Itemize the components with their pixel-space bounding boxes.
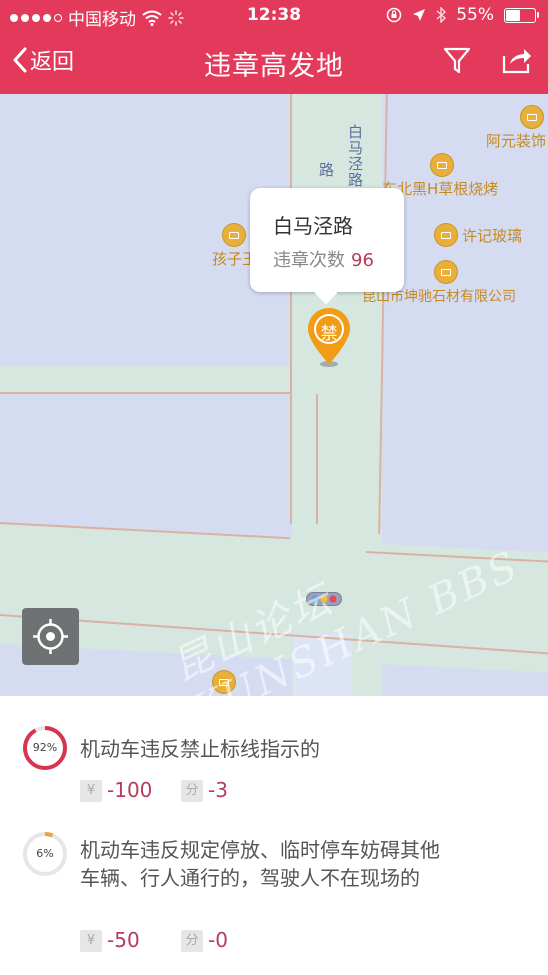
violation-description: 机动车违反禁止标线指示的 — [80, 737, 320, 761]
callout-count-label: 违章次数 — [273, 250, 345, 271]
fine-icon: ¥ — [80, 930, 102, 952]
violation-description: 机动车违反规定停放、临时停车妨碍其他车辆、行人通行的，驾驶人不在现场的 — [80, 838, 440, 890]
road-edge — [316, 394, 318, 524]
battery-percent: 55% — [456, 5, 494, 25]
points-icon: 分 — [181, 780, 203, 802]
callout-count: 违章次数 96 — [273, 246, 374, 272]
percentage-label: 6% — [36, 847, 54, 860]
share-icon[interactable] — [500, 44, 532, 76]
pin-label: 禁 — [320, 324, 338, 344]
nav-bar: 返回 违章高发地 — [0, 30, 548, 94]
percentage-ring: 92% — [22, 725, 68, 771]
road-horizontal-upper — [0, 366, 290, 392]
top-bar: 中国移动 12:38 55% 返回 违章高发地 — [0, 0, 548, 94]
location-callout[interactable]: 白马泾路 违章次数 96 — [250, 188, 404, 292]
road-label: 路 — [317, 162, 335, 178]
poi-label[interactable]: 许记玻璃 — [462, 225, 522, 246]
road-edge — [290, 94, 292, 524]
fine-amount: -50 — [107, 928, 140, 952]
bluetooth-icon — [436, 7, 447, 23]
violation-item[interactable]: 6% 机动车违反规定停放、临时停车妨碍其他车辆、行人通行的，驾驶人不在现场的 ¥… — [0, 826, 548, 975]
callout-count-value: 96 — [351, 250, 374, 271]
percentage-ring: 6% — [22, 831, 68, 877]
road-label: 白马泾路 — [346, 124, 364, 188]
location-arrow-icon — [413, 9, 426, 21]
crosshair-icon — [33, 619, 68, 654]
points-deducted: -0 — [208, 928, 228, 952]
shop-icon[interactable] — [434, 260, 458, 284]
locate-me-button[interactable] — [22, 608, 79, 665]
road-edge — [0, 392, 290, 394]
points-deducted: -3 — [208, 778, 228, 802]
violation-list: 92% 机动车违反禁止标线指示的 ¥ -100 分 -3 6% 机动车违反规定停… — [0, 696, 548, 975]
shop-icon[interactable] — [520, 105, 544, 129]
fine-amount: -100 — [107, 778, 153, 802]
violation-pin[interactable]: 禁 — [305, 306, 353, 372]
percentage-label: 92% — [32, 741, 58, 754]
violation-item[interactable]: 92% 机动车违反禁止标线指示的 ¥ -100 分 -3 — [0, 696, 548, 826]
restaurant-icon[interactable] — [430, 153, 454, 177]
fine-icon: ¥ — [80, 780, 102, 802]
battery-icon — [504, 7, 539, 23]
map-view[interactable]: 白马泾路 路 阿元装饰 东北黑H草根烧烤 许记玻璃 昆山市坤驰石材有限公司 孩子… — [0, 94, 548, 696]
points-icon: 分 — [181, 930, 203, 952]
status-right: 55% — [386, 5, 539, 25]
poi-label[interactable]: 阿元装饰 — [486, 130, 546, 151]
filter-icon[interactable] — [441, 44, 473, 76]
orientation-lock-icon — [386, 7, 402, 23]
shop-icon[interactable] — [222, 223, 246, 247]
callout-title: 白马泾路 — [273, 214, 353, 238]
status-bar: 中国移动 12:38 55% — [0, 0, 548, 30]
shop-icon[interactable] — [434, 223, 458, 247]
